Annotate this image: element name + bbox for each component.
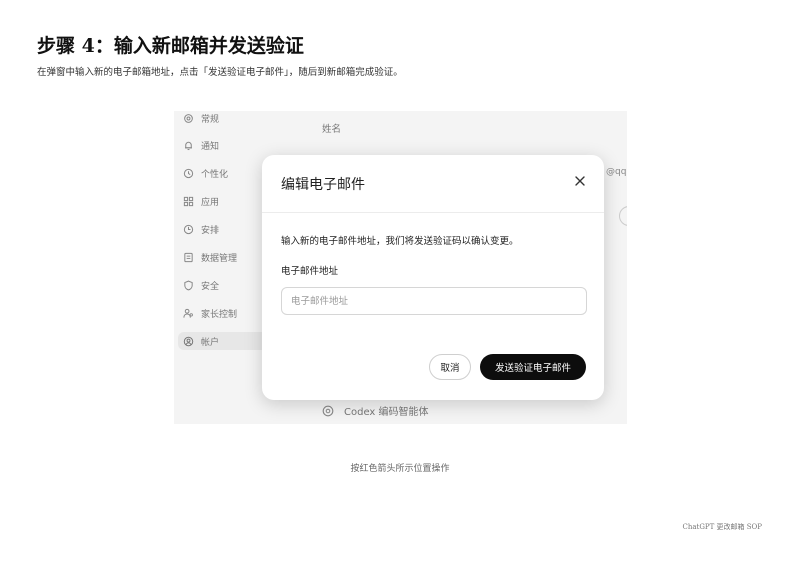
name-label: 姓名 bbox=[322, 124, 342, 135]
background-circle-button[interactable] bbox=[619, 206, 627, 226]
sidebar-item-label: 应用 bbox=[201, 197, 220, 208]
sidebar-item-label: 个性化 bbox=[201, 169, 229, 180]
send-verification-email-button[interactable]: 发送验证电子邮件 bbox=[480, 354, 586, 380]
sidebar-item-data-controls[interactable]: 数据管理 bbox=[183, 248, 273, 266]
sidebar-item-apps[interactable]: 应用 bbox=[183, 192, 273, 210]
sidebar-item-label: 帐户 bbox=[201, 337, 220, 348]
step-description: 在弹窗中输入新的电子邮箱地址，点击「发送验证电子邮件」，随后到新邮箱完成验证。 bbox=[37, 67, 403, 78]
schedule-icon bbox=[183, 224, 194, 235]
sidebar-item-label: 常规 bbox=[201, 114, 220, 125]
account-icon bbox=[183, 336, 194, 347]
step-title: 步骤 4：输入新邮箱并发送验证 bbox=[37, 35, 304, 57]
codex-icon bbox=[322, 405, 334, 416]
gear-icon bbox=[183, 113, 194, 124]
bell-icon bbox=[183, 140, 194, 151]
sidebar-item-notifications[interactable]: 通知 bbox=[183, 136, 273, 154]
image-caption: 按红色箭头所示位置操作 bbox=[350, 464, 450, 474]
grid-icon bbox=[183, 196, 194, 207]
clock-icon bbox=[183, 168, 194, 179]
sidebar-item-label: 家长控制 bbox=[201, 309, 238, 320]
shield-icon bbox=[183, 280, 194, 291]
page-footer: ChatGPT 更改邮箱 SOP bbox=[682, 523, 762, 531]
settings-screenshot: 常规 通知 个性化 应用 安排 数据管理 安全 家长控制 帐户 姓名 @qq C… bbox=[174, 111, 627, 424]
cancel-button[interactable]: 取消 bbox=[429, 354, 471, 380]
edit-email-dialog: 编辑电子邮件 输入新的电子邮件地址，我们将发送验证码以确认变更。 电子邮件地址 … bbox=[262, 155, 604, 400]
sidebar-item-parental-controls[interactable]: 家长控制 bbox=[183, 304, 273, 322]
codex-label: Codex 编码智能体 bbox=[344, 407, 429, 418]
sidebar-item-label: 数据管理 bbox=[201, 253, 238, 264]
email-field-label: 电子邮件地址 bbox=[281, 266, 339, 277]
dialog-description: 输入新的电子邮件地址，我们将发送验证码以确认变更。 bbox=[281, 236, 519, 247]
data-icon bbox=[183, 252, 194, 263]
close-icon bbox=[575, 176, 585, 186]
dialog-divider bbox=[262, 212, 604, 213]
sidebar-item-schedules[interactable]: 安排 bbox=[183, 220, 273, 238]
sidebar-item-label: 通知 bbox=[201, 141, 220, 152]
sidebar-item-personalization[interactable]: 个性化 bbox=[183, 164, 273, 182]
sidebar-item-label: 安排 bbox=[201, 225, 220, 236]
codex-row[interactable]: Codex 编码智能体 bbox=[322, 403, 429, 418]
sidebar-item-general[interactable]: 常规 bbox=[183, 111, 273, 127]
email-field[interactable] bbox=[281, 287, 587, 315]
family-icon bbox=[183, 308, 194, 319]
dialog-title: 编辑电子邮件 bbox=[281, 177, 365, 193]
email-fragment: @qq bbox=[606, 167, 627, 177]
close-button[interactable] bbox=[572, 173, 588, 189]
sidebar-item-security[interactable]: 安全 bbox=[183, 276, 273, 294]
sidebar-item-label: 安全 bbox=[201, 281, 220, 292]
